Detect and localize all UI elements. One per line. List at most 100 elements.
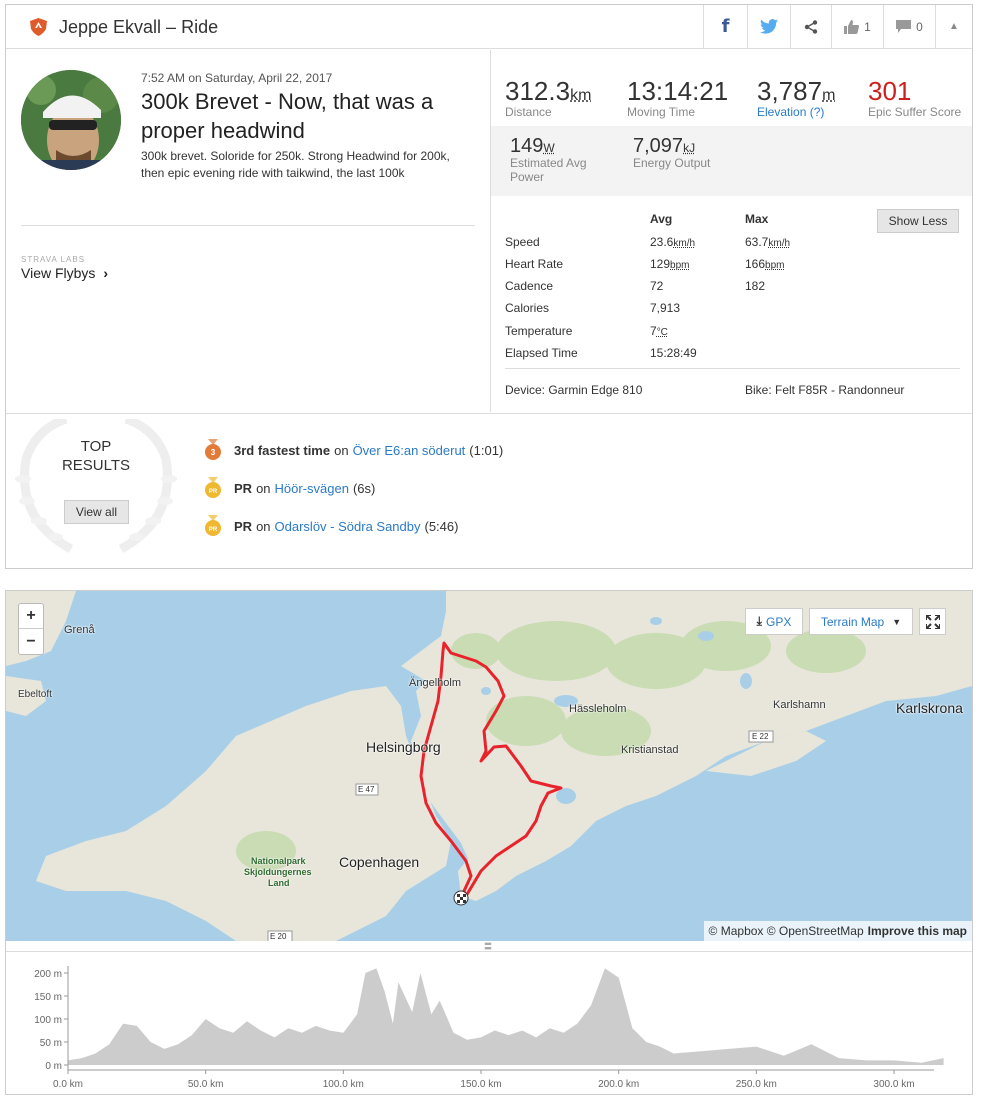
max-value: 182: [745, 279, 766, 293]
caret-up-icon: ▲: [949, 21, 959, 32]
map-place-label: Ebeltoft: [18, 689, 52, 700]
kudos-button[interactable]: 1: [831, 5, 883, 48]
comments-button[interactable]: 0: [883, 5, 935, 48]
power-label: Estimated Avg Power: [510, 156, 587, 184]
activity-header: Jeppe Ekvall – Ride f 1 0 ▲: [6, 5, 972, 49]
stat-row-avg: 23.6km/h: [650, 235, 695, 249]
distance-value: 312.3: [505, 76, 571, 106]
map-place-label: Copenhagen: [339, 854, 420, 870]
power-unit: W: [543, 141, 555, 155]
max-unit: bpm: [765, 260, 785, 271]
avatar[interactable]: [21, 70, 121, 170]
achievement-time: (1:01): [469, 442, 504, 458]
map-place-label: Karlskrona: [896, 700, 963, 716]
x-tick-label: 50.0 km: [188, 1079, 224, 1090]
stat-row-max: 63.7km/h: [745, 235, 790, 249]
elevation-unit: m: [822, 87, 836, 104]
collapse-toggle[interactable]: ▲: [935, 5, 972, 48]
map-place-label: Karlshamn: [773, 699, 826, 711]
max-value: 63.7: [745, 235, 769, 249]
medal-icon: PR: [205, 477, 221, 498]
map-place-label: Land: [268, 878, 290, 888]
map-place-label: Nationalpark: [251, 856, 306, 866]
road-shield-label: E 22: [752, 732, 769, 741]
elevation-chart: 0 m 50 m 100 m 150 m 200 m 0.0 km 50.0 km 100.0…: [34, 966, 944, 1090]
max-header: Max: [745, 212, 769, 226]
suffer-score-label: Epic Suffer Score: [868, 105, 962, 119]
route-map[interactable]: Grenå Ebeltoft Ängelholm Helsingborg Hässleh…: [6, 591, 972, 941]
segment-link[interactable]: Odarslöv - Södra Sandby: [275, 519, 421, 534]
map-type-dropdown[interactable]: Terrain Map ▼: [809, 608, 913, 635]
distance-unit: km: [570, 87, 592, 104]
y-tick-label: 200 m: [34, 969, 62, 980]
page-title: Jeppe Ekvall – Ride: [59, 17, 219, 37]
expand-icon: [925, 614, 940, 629]
view-flybys-link[interactable]: View Flybys ›: [21, 265, 108, 281]
x-tick-label: 150.0 km: [460, 1079, 501, 1090]
avg-value: 15:28:49: [650, 346, 697, 360]
stat-row-label: Temperature: [505, 324, 573, 338]
distance-label: Distance: [505, 105, 552, 119]
zoom-out-button[interactable]: −: [19, 629, 43, 654]
avg-value: 23.6: [650, 235, 674, 249]
elevation-help-link[interactable]: Elevation (?): [757, 105, 835, 119]
stat-row-avg: 7,913: [650, 301, 680, 315]
y-tick-label: 100 m: [34, 1015, 62, 1026]
elevation-profile[interactable]: 0 m 50 m 100 m 150 m 200 m 0.0 km 50.0 km 100.0…: [6, 951, 972, 1095]
bike-info: Bike: Felt F85R - Randonneur: [745, 383, 905, 397]
divider: [505, 368, 960, 369]
share-button[interactable]: [790, 5, 831, 48]
chevron-right-icon: ›: [103, 265, 108, 281]
top-results-title-line2: RESULTS: [61, 457, 131, 474]
achievement-on: on: [256, 480, 271, 496]
comment-count: 0: [916, 19, 923, 34]
zoom-in-button[interactable]: +: [19, 604, 43, 629]
avg-value: 72: [650, 279, 664, 293]
map-canvas: [6, 591, 972, 941]
stat-row-avg: 129bpm: [650, 257, 689, 271]
avg-value: 7,913: [650, 301, 681, 315]
activity-card: Jeppe Ekvall – Ride f 1 0 ▲ 7:52 AM on S…: [5, 4, 973, 569]
moving-time-label: Moving Time: [627, 105, 696, 119]
road-shield-label: E 47: [358, 785, 375, 794]
view-all-button[interactable]: View all: [64, 500, 129, 524]
stat-row-label: Calories: [505, 301, 550, 315]
avg-value: 129: [650, 257, 671, 271]
labs-label: STRAVA LABS: [21, 255, 86, 264]
facebook-share-button[interactable]: f: [703, 5, 747, 48]
map-place-label: Grenå: [64, 624, 95, 636]
share-icon: [804, 19, 818, 34]
activity-datetime: 7:52 AM on Saturday, April 22, 2017: [141, 71, 333, 85]
stat-row-label: Heart Rate: [505, 257, 564, 271]
show-less-button[interactable]: Show Less: [877, 209, 959, 233]
elevation-value: 3,787: [757, 76, 823, 106]
y-tick-label: 150 m: [34, 992, 62, 1003]
zoom-control: + −: [18, 603, 44, 655]
stat-row-label: Speed: [505, 235, 540, 249]
fullscreen-button[interactable]: [919, 608, 946, 635]
elevation-area: [68, 968, 944, 1065]
activity-description: 300k brevet. Soloride for 250k. Strong H…: [141, 149, 450, 180]
top-results-title: TOP RESULTS: [46, 437, 146, 475]
medal-icon: PR: [205, 515, 221, 536]
medal-icon: 3: [205, 439, 221, 460]
moving-time-value: 13:14:21: [627, 76, 729, 106]
achievement-item: PR PR on Höör-svägen (6s): [204, 477, 375, 499]
segment-link[interactable]: Höör-svägen: [275, 481, 349, 496]
gpx-download-button[interactable]: ⤓ GPX: [745, 608, 803, 635]
segment-link[interactable]: Över E6:an söderut: [353, 443, 466, 458]
improve-map-link[interactable]: Improve this map: [868, 924, 967, 938]
medal-label: PR: [209, 527, 218, 533]
avg-unit: °C: [656, 327, 668, 338]
caret-down-icon: ▼: [892, 616, 902, 627]
map-type-label: Terrain Map: [820, 614, 885, 629]
x-tick-label: 0.0 km: [53, 1079, 83, 1090]
activity-summary: 7:52 AM on Saturday, April 22, 2017 300k…: [6, 50, 490, 412]
stat-row-avg: 15:28:49: [650, 346, 697, 360]
twitter-share-button[interactable]: [747, 5, 790, 48]
achievement-title: PR: [234, 518, 253, 534]
avg-value: 7: [650, 324, 657, 338]
thumbs-up-icon: [844, 19, 860, 34]
stat-row-avg: 72: [650, 279, 663, 293]
map-place-label: Ängelholm: [409, 677, 461, 689]
